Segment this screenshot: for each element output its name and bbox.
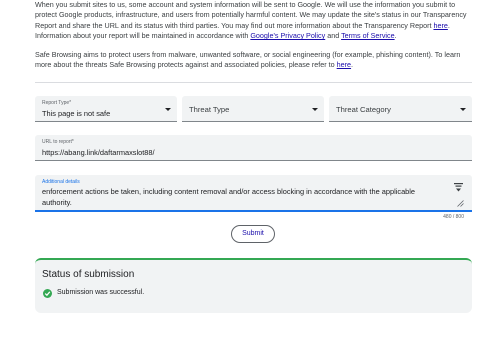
chevron-down-icon [312, 108, 318, 111]
report-type-value: This page is not safe [42, 109, 111, 118]
intro-text: When you submit sites to us, some accoun… [35, 0, 467, 30]
intro-text: and [325, 31, 342, 41]
additional-details-label: Additional details [42, 179, 80, 185]
section-divider [35, 82, 472, 83]
url-value: https://abang.link/daftarmaxslot88/ [42, 148, 155, 157]
intro-paragraph-1: When you submit sites to us, some accoun… [35, 0, 470, 42]
intro-text: Safe Browsing aims to protect users from… [35, 50, 461, 70]
character-counter: 480 / 800 [443, 214, 464, 220]
threat-type-placeholder: Threat Type [189, 105, 230, 114]
threat-category-select[interactable]: Threat Category [329, 96, 472, 122]
privacy-policy-link[interactable]: Google's Privacy Policy [250, 31, 325, 40]
status-card: Status of submission Submission was succ… [35, 258, 472, 313]
terms-of-service-link[interactable]: Terms of Service [341, 31, 395, 40]
transparency-report-link[interactable]: here [433, 21, 447, 30]
intro-paragraph-2: Safe Browsing aims to protect users from… [35, 50, 470, 71]
additional-details-field[interactable]: Additional details enforcement actions b… [35, 175, 472, 212]
url-field[interactable]: URL to report* https://abang.link/daftar… [35, 135, 472, 161]
report-type-label: Report Type* [42, 100, 72, 106]
status-title: Status of submission [42, 269, 135, 280]
chevron-down-icon [165, 108, 171, 111]
intro-text: . [351, 60, 354, 70]
url-label: URL to report* [42, 139, 74, 145]
status-message: Submission was successful. [57, 289, 145, 296]
threat-category-placeholder: Threat Category [336, 105, 391, 114]
text-format-icon[interactable] [454, 183, 463, 192]
safe-browsing-policies-link[interactable]: here [337, 60, 351, 69]
threat-type-select[interactable]: Threat Type [182, 96, 324, 122]
check-circle-icon [43, 289, 52, 298]
resize-handle-icon[interactable] [457, 200, 464, 207]
chevron-down-icon [460, 108, 466, 111]
additional-details-value: enforcement actions be taken, including … [42, 187, 416, 207]
intro-text: . [394, 31, 397, 41]
submit-button[interactable]: Submit [231, 225, 275, 243]
report-type-select[interactable]: Report Type* This page is not safe [35, 96, 177, 122]
